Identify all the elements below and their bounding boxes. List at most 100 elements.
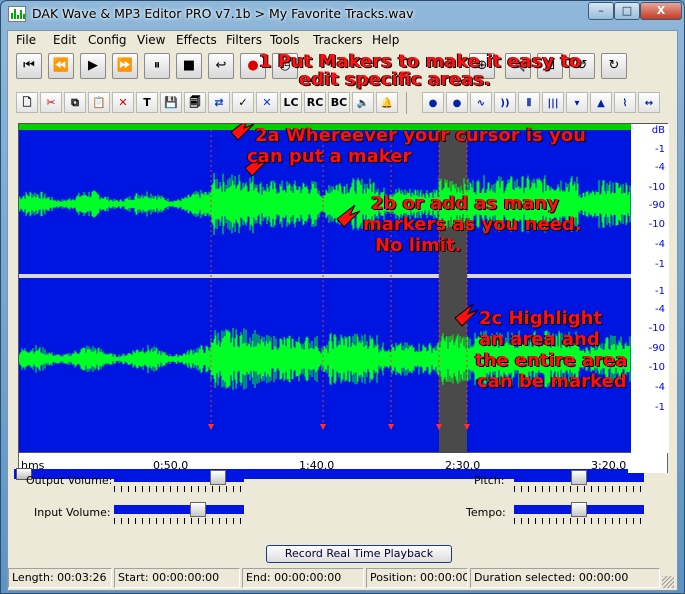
record-playback-button[interactable]: Record Real Time Playback xyxy=(266,545,452,563)
delete-icon: ✕ xyxy=(118,96,128,109)
wave-reverse-icon: ⫴ xyxy=(526,98,532,109)
save-all-button[interactable]: 🗐 xyxy=(184,92,206,113)
menu-config[interactable]: Config xyxy=(88,33,127,47)
tempo-slider[interactable] xyxy=(514,502,644,527)
channel-lc-button[interactable]: LC xyxy=(280,92,302,113)
menu-trackers[interactable]: Trackers xyxy=(313,33,363,47)
return-button[interactable]: ↩ xyxy=(208,53,234,79)
menu-view[interactable]: View xyxy=(137,33,165,47)
input-volume-label: Input Volume: xyxy=(34,506,111,519)
wave-sine-button[interactable]: ∿ xyxy=(470,92,492,113)
slider-ticks xyxy=(514,518,644,524)
db-label: -4 xyxy=(655,239,665,250)
db-label: -4 xyxy=(655,304,665,315)
new-file-button[interactable]: 🗋 xyxy=(16,92,38,113)
skip-to-start-icon: ⏮ xyxy=(23,58,35,73)
annotation-text: 2a Whereever your cursor is you xyxy=(255,125,586,146)
close-button[interactable]: X xyxy=(640,2,682,20)
pause-button[interactable]: ⏸ xyxy=(144,53,170,79)
annotation-text: can put a maker xyxy=(247,146,412,167)
output-volume-label: Output Volume: xyxy=(26,474,113,487)
trim-button[interactable]: T xyxy=(136,92,158,113)
stop-button[interactable]: ■ xyxy=(176,53,202,79)
annotation-text: 2c Highlight xyxy=(479,308,603,329)
channel-divider xyxy=(19,274,669,278)
channel-bc-button[interactable]: BC xyxy=(328,92,350,113)
wave-stretch-button[interactable]: ↔ xyxy=(638,92,660,113)
maximize-button[interactable]: □ xyxy=(614,2,640,20)
status-end: End: 00:00:00:00 xyxy=(242,568,364,588)
wave-bars-button[interactable]: ||| xyxy=(542,92,564,113)
wave-echo-button[interactable]: )) xyxy=(494,92,516,113)
marker-flag xyxy=(320,424,326,430)
menu-help[interactable]: Help xyxy=(372,33,399,47)
slider-track[interactable] xyxy=(114,505,244,514)
slider-thumb[interactable] xyxy=(571,502,587,517)
output-volume-slider[interactable] xyxy=(114,470,244,495)
marker-flag xyxy=(208,424,214,430)
channel-rc-button[interactable]: RC xyxy=(304,92,326,113)
wave-bars-icon: ||| xyxy=(547,98,559,109)
play-button[interactable]: ▶ xyxy=(80,53,106,79)
swap-button[interactable]: ⇄ xyxy=(208,92,230,113)
dot-left-button[interactable]: ● xyxy=(422,92,444,113)
dot-right-button[interactable]: ● xyxy=(446,92,468,113)
close-x-button[interactable]: ✕ xyxy=(256,92,278,113)
record-icon: ● xyxy=(247,58,259,73)
save-button[interactable]: 💾 xyxy=(160,92,182,113)
rewind-button[interactable]: ⏪ xyxy=(48,53,74,79)
slider-thumb[interactable] xyxy=(210,470,226,485)
annotation-text: markers as you need. xyxy=(363,214,582,235)
window-title: DAK Wave & MP3 Editor PRO v7.1b > My Fav… xyxy=(32,6,414,21)
speaker-button[interactable]: 🔈 xyxy=(352,92,374,113)
slider-thumb[interactable] xyxy=(190,502,206,517)
slider-thumb[interactable] xyxy=(571,470,587,485)
menu-file[interactable]: File xyxy=(16,33,36,47)
wave-amplify-button[interactable]: ▲ xyxy=(590,92,612,113)
input-volume-slider[interactable] xyxy=(114,502,244,527)
skip-to-start-button[interactable]: ⏮ xyxy=(16,53,42,79)
db-label: -1 xyxy=(655,259,665,270)
db-label: -4 xyxy=(655,382,665,393)
app-window: DAK Wave & MP3 Editor PRO v7.1b > My Fav… xyxy=(0,0,685,594)
menu-tools[interactable]: Tools xyxy=(270,33,300,47)
play-icon: ▶ xyxy=(88,58,98,73)
alarm-bell-button[interactable]: 🔔 xyxy=(376,92,398,113)
menu-edit[interactable]: Edit xyxy=(53,33,76,47)
fast-forward-button[interactable]: ⏩ xyxy=(112,53,138,79)
trim-icon: T xyxy=(143,96,151,109)
waveform-canvas[interactable]: dB -1 -4 -10 -90 -10 -4 -1 -1 -4 -10 -90 -10 -4 -1 xyxy=(19,124,669,454)
menu-effects[interactable]: Effects xyxy=(176,33,217,47)
status-duration: Duration selected: 00:00:00 xyxy=(470,568,660,588)
waveform-display[interactable]: dB -1 -4 -10 -90 -10 -4 -1 -1 -4 -10 -90 -10 -4 -1 1 P… xyxy=(18,52,669,454)
resize-grip[interactable] xyxy=(662,576,674,588)
paste-button[interactable]: 📋 xyxy=(88,92,110,113)
wave-normalize-button[interactable]: ⌇ xyxy=(614,92,636,113)
wave-fade-button[interactable]: ▾ xyxy=(566,92,588,113)
title-bar[interactable]: DAK Wave & MP3 Editor PRO v7.1b > My Fav… xyxy=(1,1,684,27)
db-label: -1 xyxy=(655,402,665,413)
copy-button[interactable]: ⧉ xyxy=(64,92,86,113)
pitch-slider[interactable] xyxy=(514,470,644,495)
menu-filters[interactable]: Filters xyxy=(226,33,262,47)
slider-ticks xyxy=(114,486,244,492)
redo-button[interactable]: ↻ xyxy=(601,53,627,79)
checkmark-button[interactable]: ✓ xyxy=(232,92,254,113)
cut-button[interactable]: ✂ xyxy=(40,92,62,113)
annotation-text: 2b or add as many xyxy=(371,193,559,214)
wave-normalize-icon: ⌇ xyxy=(622,98,628,109)
wave-reverse-button[interactable]: ⫴ xyxy=(518,92,540,113)
slider-ticks xyxy=(514,486,644,492)
annotation-text: can be marked xyxy=(477,371,627,392)
app-icon xyxy=(8,6,26,22)
wave-fade-icon: ▾ xyxy=(574,98,580,109)
marker-flag xyxy=(388,424,394,430)
minimize-button[interactable]: – xyxy=(588,2,614,20)
menu-bar: File Edit Config View Effects Filters Tools Tra… xyxy=(8,31,677,49)
save-icon: 💾 xyxy=(164,96,178,109)
wave-stretch-icon: ↔ xyxy=(644,98,654,109)
db-label: -10 xyxy=(649,219,665,230)
wave-amplify-icon: ▲ xyxy=(597,98,605,109)
db-label: -1 xyxy=(655,286,665,297)
delete-button[interactable]: ✕ xyxy=(112,92,134,113)
